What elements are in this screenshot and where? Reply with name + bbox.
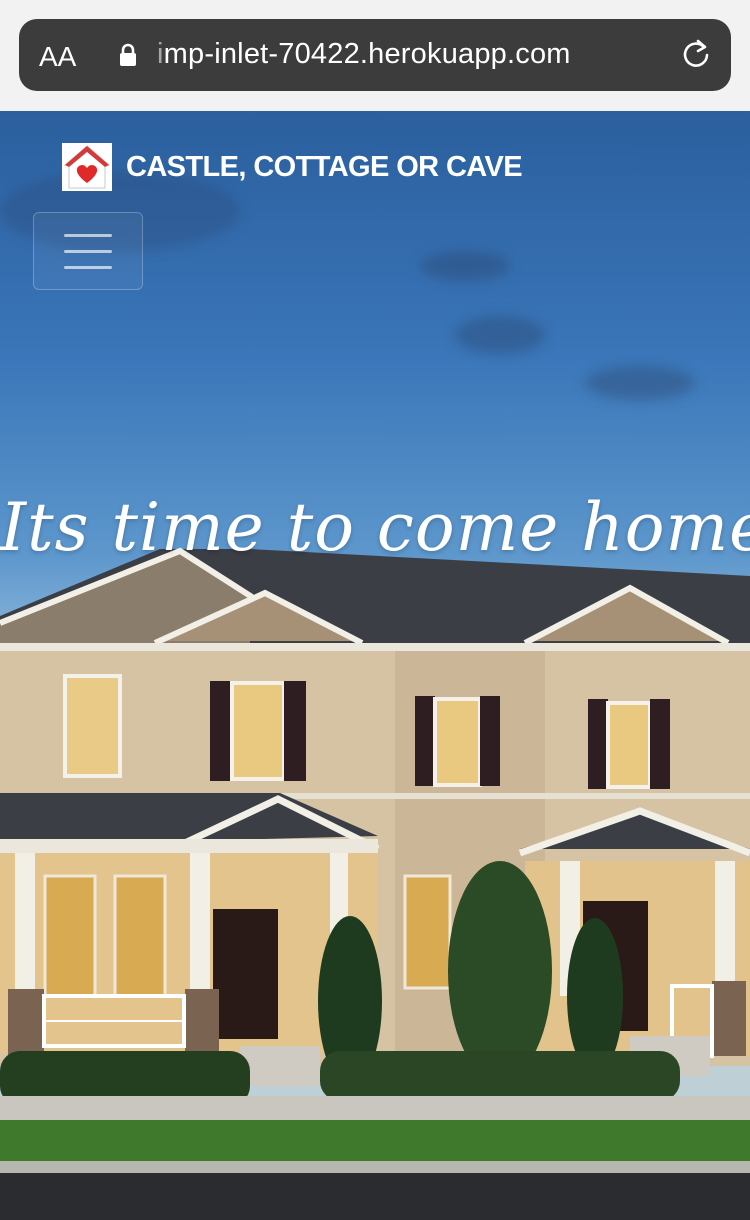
- hero-section: CASTLE, COTTAGE OR CAVE Its time to come…: [0, 111, 750, 1220]
- cloud: [455, 316, 545, 354]
- townhouse-photo: [0, 547, 750, 1220]
- browser-toolbar: AA imp-inlet-70422.herokuapp.com: [0, 0, 750, 111]
- hamburger-menu-button[interactable]: [33, 212, 143, 290]
- menu-bar-icon: [64, 234, 112, 237]
- lock-icon: [120, 43, 136, 66]
- menu-bar-icon: [64, 266, 112, 269]
- url-text[interactable]: imp-inlet-70422.herokuapp.com: [157, 38, 571, 71]
- cloud: [420, 251, 510, 281]
- brand-name: CASTLE, COTTAGE OR CAVE: [126, 151, 523, 183]
- text-size-button[interactable]: AA: [39, 41, 76, 73]
- address-bar[interactable]: AA imp-inlet-70422.herokuapp.com: [19, 19, 731, 91]
- house-heart-icon: [62, 143, 112, 191]
- cloud: [585, 366, 695, 400]
- hero-tagline: Its time to come home: [0, 489, 750, 566]
- menu-bar-icon: [64, 250, 112, 253]
- site-logo[interactable]: CASTLE, COTTAGE OR CAVE: [62, 143, 602, 193]
- reload-icon[interactable]: [679, 38, 713, 72]
